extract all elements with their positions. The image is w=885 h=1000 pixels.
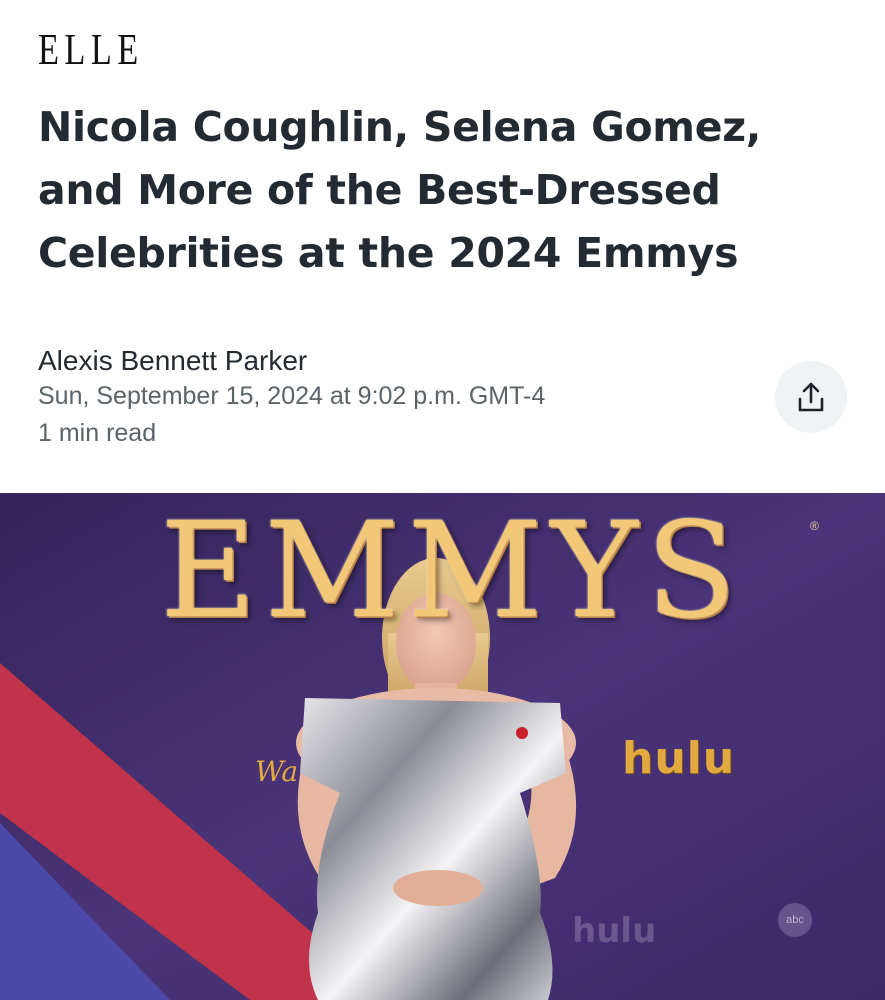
sequin-dress <box>300 698 566 1000</box>
read-time: 1 min read <box>38 419 157 447</box>
publish-date: Sun, September 15, 2024 at 9:02 p.m. GMT… <box>38 382 546 410</box>
hulu-logo-faint: hulu <box>572 911 657 951</box>
registered-mark: ® <box>810 519 819 533</box>
partial-sponsor-logo: Wa <box>255 755 299 788</box>
hero-image: EMMYS ® Wa hulu hulu abc <box>0 493 885 1000</box>
hulu-logo: hulu <box>622 733 736 784</box>
elle-logo[interactable]: ELLE <box>38 28 144 72</box>
author-name[interactable]: Alexis Bennett Parker <box>38 344 307 378</box>
abc-logo: abc <box>778 903 812 937</box>
emmys-backdrop-text: EMMYS <box>160 494 745 648</box>
article-headline: Nicola Coughlin, Selena Gomez, and More … <box>38 103 762 277</box>
share-upload-icon <box>798 382 824 412</box>
share-button[interactable] <box>775 361 847 433</box>
